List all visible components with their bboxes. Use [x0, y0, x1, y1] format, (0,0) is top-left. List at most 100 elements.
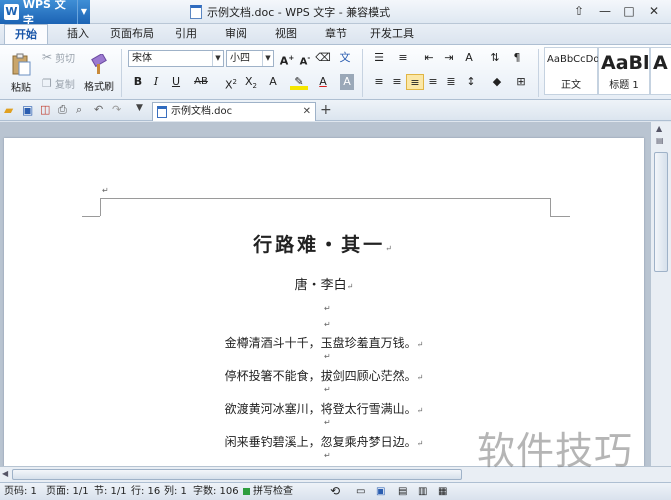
close-icon[interactable]: ✕ — [303, 103, 311, 121]
ribbon-home: 粘贴 ✂ 剪切 ❐ 复制 格式刷 宋体 ▼ 小四 ▼ A+ A- ⌫ 文 B I… — [0, 44, 671, 100]
text-effect-icon[interactable]: A — [264, 74, 282, 90]
style-heading-2-preview: A — [653, 52, 668, 74]
bullets-icon[interactable]: ☰ — [370, 50, 388, 66]
superscript-icon[interactable]: X2 — [222, 74, 240, 92]
shrink-font-icon[interactable]: A- — [296, 50, 314, 67]
status-word-count[interactable]: 字数: 106 — [193, 483, 239, 500]
bold-icon[interactable]: B — [129, 74, 147, 90]
save-icon[interactable]: ▣ — [22, 103, 36, 117]
minimize-button[interactable]: — — [594, 2, 616, 20]
style-normal-name: 正文 — [561, 80, 581, 91]
tab-page-layout[interactable]: 页面布局 — [106, 24, 158, 44]
header-line — [100, 198, 550, 199]
format-painter-icon — [91, 53, 107, 74]
paragraph-mark: ↵ — [324, 451, 331, 460]
scroll-left-icon[interactable]: ◀ — [2, 469, 8, 478]
sort-icon[interactable]: ⇅ — [486, 50, 504, 66]
restore-icon: ⇧ — [573, 4, 585, 18]
underline-icon[interactable]: U — [167, 74, 185, 90]
tab-home[interactable]: 开始 — [4, 24, 48, 44]
document-tab[interactable]: 示例文档.doc ✕ — [152, 102, 316, 121]
distributed-icon[interactable]: ≣ — [442, 74, 460, 90]
restore-ribbon-button[interactable]: ⇧ — [568, 2, 590, 20]
font-size-select[interactable]: 小四 ▼ — [226, 50, 274, 67]
vertical-scroll-thumb[interactable] — [654, 152, 668, 272]
font-color-icon[interactable]: A — [314, 74, 332, 90]
tab-references[interactable]: 引用 — [166, 24, 206, 44]
redo-icon[interactable]: ↷ — [112, 103, 126, 117]
poem-line[interactable]: 停杯投箸不能食，拔剑四顾心茫然。↵ — [4, 367, 644, 384]
web-view-icon[interactable]: ▥ — [418, 483, 427, 500]
style-heading-2[interactable]: A — [650, 47, 671, 95]
tab-view[interactable]: 视图 — [266, 24, 306, 44]
subscript-icon[interactable]: X2 — [242, 74, 260, 90]
ruler-toggle-icon[interactable]: ▤ — [656, 136, 664, 145]
poem-line[interactable]: 金樽清酒斗十千，玉盘珍羞直万钱。↵ — [4, 334, 644, 351]
poem-line[interactable]: 欲渡黄河冰塞川，将登太行雪满山。↵ — [4, 400, 644, 417]
style-heading-1[interactable]: AaBl 标题 1 — [598, 47, 650, 95]
margin-mark — [82, 216, 100, 217]
highlight-icon[interactable]: ✎ — [290, 74, 308, 90]
increase-indent-icon[interactable]: ⇥ — [440, 50, 458, 66]
align-center-icon[interactable]: ≡ — [388, 74, 406, 90]
status-pages: 页面: 1/1 — [46, 486, 89, 497]
app-menu-button[interactable]: W WPS 文字 ▼ — [0, 0, 90, 27]
scroll-up-icon[interactable]: ▲ — [656, 124, 662, 133]
full-screen-view-icon[interactable]: ▭ — [356, 483, 365, 500]
paragraph-mark: ↵ — [324, 418, 331, 427]
close-button[interactable]: ✕ — [643, 2, 665, 20]
paste-button[interactable]: 粘贴 — [6, 48, 36, 98]
clear-format-icon[interactable]: ⌫ — [314, 50, 332, 66]
print-preview-icon[interactable]: ⌕ — [76, 103, 90, 117]
format-painter-button[interactable]: 格式刷 — [82, 48, 116, 98]
export-pdf-icon[interactable]: ◫ — [40, 103, 54, 117]
justify-icon[interactable]: ≡ — [424, 74, 442, 90]
document-icon — [157, 106, 167, 118]
chinese-layout-icon[interactable]: A — [460, 50, 478, 66]
new-tab-icon[interactable]: + — [320, 102, 334, 118]
copy-button[interactable]: ❐ 复制 — [42, 75, 75, 91]
strikethrough-icon[interactable]: AB — [192, 74, 210, 90]
horizontal-scroll-thumb[interactable] — [12, 469, 462, 480]
maximize-button[interactable]: □ — [618, 2, 640, 20]
poem-author-text: 唐・李白 — [294, 278, 347, 293]
tab-insert[interactable]: 插入 — [58, 24, 98, 44]
show-marks-icon[interactable]: ¶ — [508, 50, 526, 66]
customize-toolbar-icon[interactable]: ▼ — [136, 103, 150, 117]
shading-icon[interactable]: ◆ — [488, 74, 506, 90]
poem-line-text: 欲渡黄河冰塞川，将登太行雪满山。 — [224, 402, 417, 416]
status-spell-check[interactable]: 拼写检查 — [253, 483, 293, 500]
grow-font-icon[interactable]: A+ — [278, 50, 296, 68]
print-icon[interactable]: ⎙ — [58, 103, 72, 117]
italic-icon[interactable]: I — [147, 74, 165, 90]
reading-view-icon[interactable]: ▦ — [438, 483, 447, 500]
outline-view-icon[interactable]: ▤ — [398, 483, 407, 500]
tab-developer[interactable]: 开发工具 — [364, 24, 420, 44]
align-left-icon[interactable]: ≡ — [370, 74, 388, 90]
paste-icon — [12, 53, 31, 75]
open-folder-icon[interactable]: ▰ — [4, 103, 18, 117]
zoom-history-icon[interactable]: ⟲ — [330, 483, 340, 500]
paragraph-mark: ↵ — [416, 406, 424, 415]
numbering-icon[interactable]: ≡ — [394, 50, 412, 66]
poem-author[interactable]: 唐・李白↵ — [4, 274, 644, 293]
vertical-scrollbar[interactable]: ▲ ▤ — [650, 122, 671, 466]
line-spacing-icon[interactable]: ↕ — [462, 74, 480, 90]
char-shading-icon[interactable]: A — [340, 74, 354, 90]
align-right-icon[interactable]: ≡ — [406, 74, 424, 90]
status-section: 节: 1/1 — [94, 486, 127, 497]
paragraph-mark: ↵ — [324, 385, 331, 394]
page-view-icon[interactable]: ▣ — [376, 483, 385, 500]
tab-chapter[interactable]: 章节 — [316, 24, 356, 44]
chevron-down-icon[interactable]: ▼ — [76, 0, 90, 24]
font-name-select[interactable]: 宋体 ▼ — [128, 50, 224, 67]
document-page[interactable]: ↵ 行路难・其一↵ 唐・李白↵ ↵ ↵ 金樽清酒斗十千，玉盘珍羞直万钱。↵ ↵ … — [4, 138, 644, 468]
undo-icon[interactable]: ↶ — [94, 103, 108, 117]
borders-icon[interactable]: ⊞ — [512, 74, 530, 90]
phonetic-guide-icon[interactable]: 文 — [336, 50, 354, 66]
cut-button[interactable]: ✂ 剪切 — [42, 49, 75, 65]
tab-review[interactable]: 审阅 — [216, 24, 256, 44]
decrease-indent-icon[interactable]: ⇤ — [420, 50, 438, 66]
poem-title[interactable]: 行路难・其一↵ — [4, 230, 644, 257]
style-normal[interactable]: AaBbCcDd 正文 — [544, 47, 600, 95]
